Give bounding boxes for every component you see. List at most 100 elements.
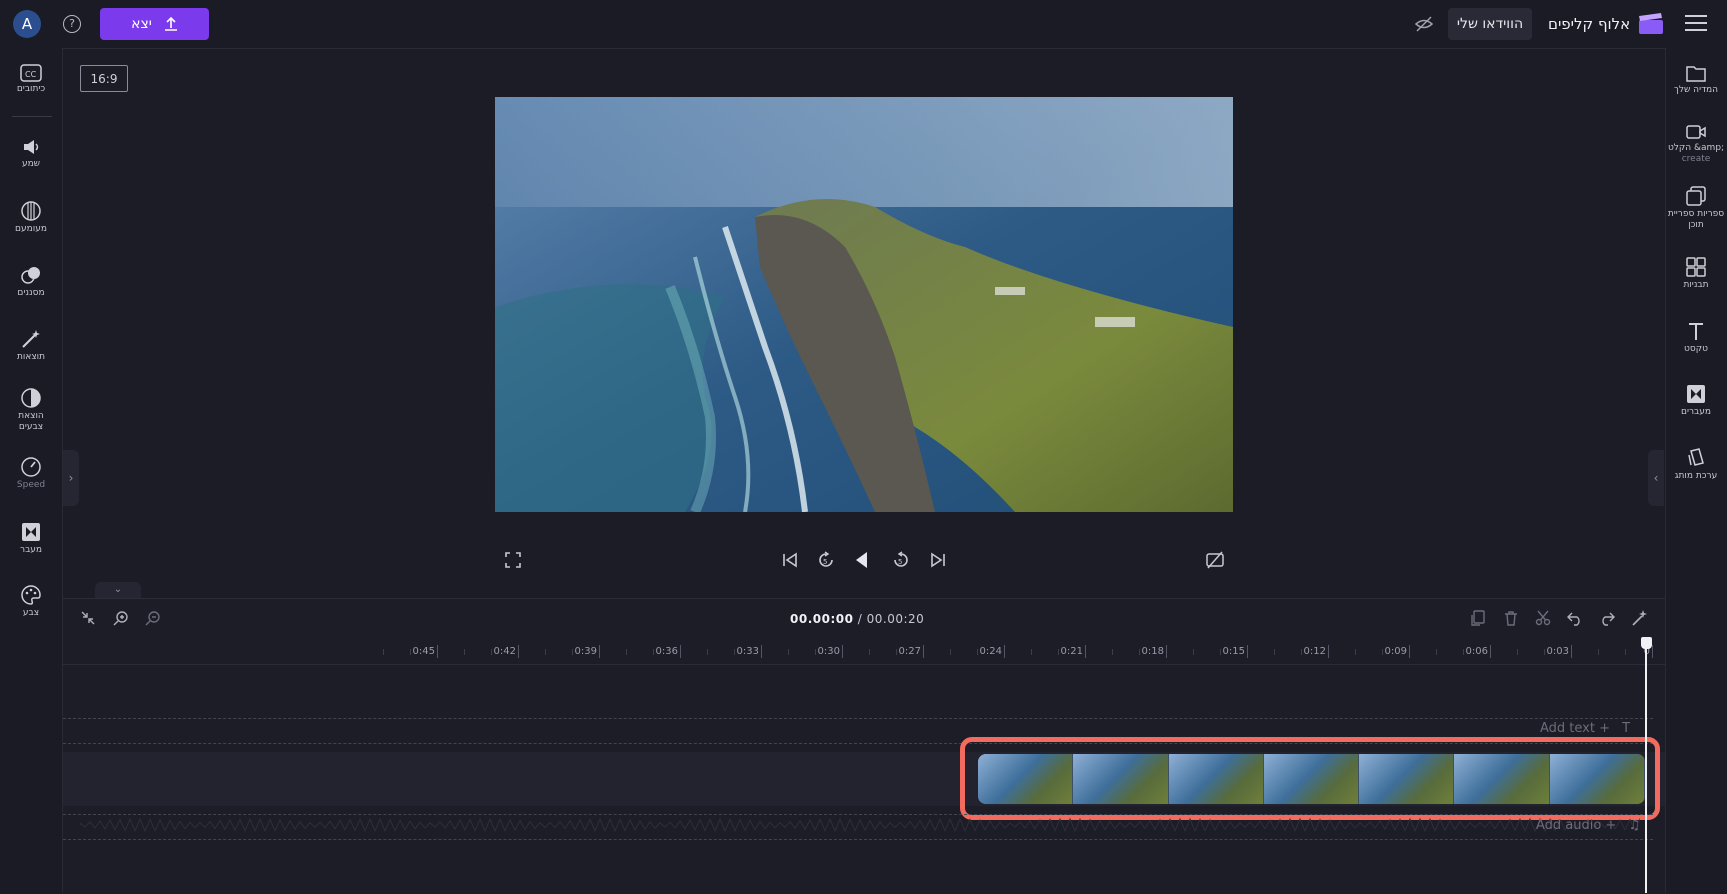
sidebar-item-captions[interactable]: CC כיתובים bbox=[0, 64, 62, 95]
ruler-tick-label: 0:42 bbox=[493, 646, 516, 657]
sidebar-item-content-library[interactable]: ספריות ספריית תוכן bbox=[1665, 185, 1727, 231]
brand[interactable]: אלוף קליפים bbox=[1548, 12, 1664, 36]
audio-waveform-placeholder bbox=[80, 818, 1640, 832]
sidebar-item-filters[interactable]: מסננים bbox=[0, 264, 62, 299]
user-avatar[interactable]: A bbox=[13, 10, 41, 38]
ruler-minor-tick bbox=[950, 649, 951, 655]
collapse-right-panel-button[interactable]: ‹ bbox=[1648, 450, 1664, 506]
fullscreen-icon[interactable] bbox=[502, 549, 524, 571]
total-time: 00.00:20 bbox=[866, 612, 925, 626]
add-text-label: Add text + bbox=[1540, 721, 1610, 736]
sidebar-item-label: מעומעם bbox=[15, 224, 47, 234]
sidebar-item-effects[interactable]: תוצאות bbox=[0, 328, 62, 363]
ruler-minor-tick bbox=[1301, 649, 1302, 655]
play-icon[interactable] bbox=[851, 549, 873, 571]
ruler-minor-tick bbox=[491, 649, 492, 655]
split-icon[interactable] bbox=[1534, 609, 1552, 627]
rewind-5-icon[interactable]: 5 bbox=[815, 549, 837, 571]
speed-icon bbox=[21, 457, 41, 477]
playhead-handle[interactable] bbox=[1641, 637, 1652, 649]
clapperboard-logo-icon bbox=[1639, 13, 1664, 34]
sidebar-item-transition[interactable]: מעבר bbox=[0, 521, 62, 556]
upload-icon bbox=[164, 16, 177, 31]
sidebar-item-label: תוצאות bbox=[16, 352, 46, 362]
ruler-tick-label: 0:45 bbox=[412, 646, 435, 657]
track-divider bbox=[63, 814, 1653, 815]
ruler-tick-mark bbox=[923, 645, 924, 658]
ruler-tick-label: 0:15 bbox=[1222, 646, 1245, 657]
sidebar-divider bbox=[12, 116, 52, 117]
ruler-minor-tick bbox=[1193, 649, 1194, 655]
playhead[interactable] bbox=[1645, 640, 1647, 893]
sidebar-item-text[interactable]: טקסט bbox=[1665, 320, 1727, 355]
add-audio-label: Add audio + bbox=[1536, 818, 1617, 833]
sidebar-item-templates[interactable]: תבניות bbox=[1665, 256, 1727, 291]
ruler-minor-tick bbox=[1436, 649, 1437, 655]
transitions-icon bbox=[1687, 385, 1705, 403]
timeline-collapse-button[interactable]: ⌄ bbox=[95, 582, 141, 598]
ruler-tick-mark bbox=[1085, 645, 1086, 658]
my-video-button[interactable]: הווידאו שלי bbox=[1448, 8, 1532, 40]
sidebar-item-fade[interactable]: מעומעם bbox=[0, 200, 62, 235]
ruler-tick-label: 0:03 bbox=[1546, 646, 1569, 657]
menu-icon[interactable] bbox=[1685, 15, 1707, 33]
record-icon bbox=[1686, 125, 1706, 139]
effects-icon bbox=[22, 330, 40, 348]
sidebar-item-your-media[interactable]: המדיה שלך bbox=[1665, 63, 1727, 96]
timeline-ruler[interactable]: 00:030:060:090:120:150:180:210:240:270:3… bbox=[63, 640, 1665, 665]
ruler-tick-label: 0:06 bbox=[1465, 646, 1488, 657]
ruler-tick-label: 0:24 bbox=[979, 646, 1002, 657]
ruler-minor-tick bbox=[1112, 649, 1113, 655]
redo-icon[interactable] bbox=[1598, 609, 1616, 627]
delete-icon[interactable] bbox=[1502, 609, 1520, 627]
skip-to-end-icon[interactable] bbox=[927, 549, 949, 571]
ruler-tick-label: 0:39 bbox=[574, 646, 597, 657]
sidebar-item-transitions[interactable]: מעברים bbox=[1665, 383, 1727, 418]
skip-to-start-icon[interactable] bbox=[779, 549, 801, 571]
ruler-minor-tick bbox=[1625, 649, 1626, 655]
ruler-tick-label: 0:27 bbox=[898, 646, 921, 657]
duplicate-icon[interactable] bbox=[1470, 609, 1488, 627]
ruler-tick-mark bbox=[1571, 645, 1572, 658]
brand-name: אלוף קליפים bbox=[1548, 15, 1631, 33]
ruler-tick-mark bbox=[437, 645, 438, 658]
export-label: יצא bbox=[131, 16, 152, 32]
ruler-tick-label: 0:12 bbox=[1303, 646, 1326, 657]
ruler-minor-tick bbox=[572, 649, 573, 655]
ruler-tick-mark bbox=[842, 645, 843, 658]
ruler-tick-label: 0:33 bbox=[736, 646, 759, 657]
current-time: 00.00:00 bbox=[790, 612, 854, 626]
svg-text:5: 5 bbox=[823, 558, 827, 566]
hide-preview-icon[interactable] bbox=[1414, 14, 1434, 34]
forward-5-icon[interactable]: 5 bbox=[890, 549, 912, 571]
help-icon[interactable]: ? bbox=[63, 15, 81, 33]
add-text-track[interactable]: Add text + T bbox=[1540, 721, 1630, 736]
ruler-tick-mark bbox=[1004, 645, 1005, 658]
sidebar-item-brand-kit[interactable]: ערכת מותג bbox=[1665, 447, 1727, 482]
ruler-minor-tick bbox=[1382, 649, 1383, 655]
aspect-ratio-button[interactable]: 16:9 bbox=[80, 65, 128, 92]
hide-preview-toggle-icon[interactable] bbox=[1204, 549, 1226, 571]
sidebar-item-color-adjust[interactable]: הוצאת צבעים bbox=[0, 387, 62, 433]
magic-wand-icon[interactable] bbox=[1630, 609, 1648, 627]
sidebar-item-record-create[interactable]: הקלט &amp; create bbox=[1665, 123, 1727, 164]
collapse-left-panel-button[interactable]: › bbox=[63, 450, 79, 506]
filters-icon bbox=[21, 267, 40, 284]
export-button[interactable]: יצא bbox=[100, 8, 209, 40]
fit-timeline-icon[interactable] bbox=[79, 609, 97, 627]
add-audio-track[interactable]: Add audio + ♫ bbox=[1536, 818, 1640, 833]
folder-icon bbox=[1686, 66, 1706, 82]
sidebar-item-label: שמע bbox=[21, 159, 41, 169]
ruler-tick-label: 0:36 bbox=[655, 646, 678, 657]
sidebar-item-audio[interactable]: שמע bbox=[0, 137, 62, 170]
ruler-minor-tick bbox=[869, 649, 870, 655]
svg-text:CC: CC bbox=[25, 70, 37, 79]
zoom-out-icon[interactable] bbox=[144, 609, 162, 627]
sidebar-item-speed[interactable]: Speed bbox=[0, 456, 62, 490]
zoom-in-icon[interactable] bbox=[112, 609, 130, 627]
undo-icon[interactable] bbox=[1566, 609, 1584, 627]
sidebar-item-label-2: תוכן bbox=[1688, 220, 1704, 230]
ruler-tick-label: 0:21 bbox=[1060, 646, 1083, 657]
ruler-minor-tick bbox=[1463, 649, 1464, 655]
sidebar-item-palette[interactable]: צבע bbox=[0, 584, 62, 619]
